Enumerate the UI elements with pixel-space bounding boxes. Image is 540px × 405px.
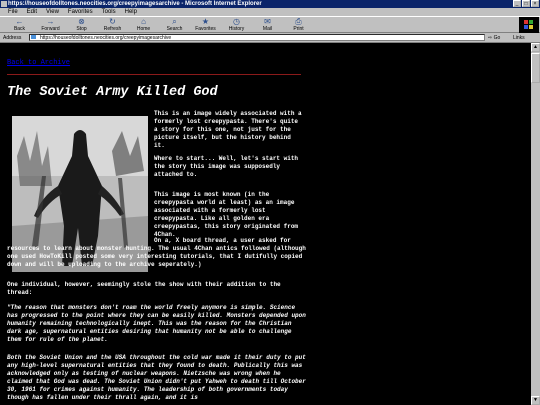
title-bar: https://houseofdolltones.neocities.org/c… [0, 0, 540, 8]
paragraph-intro: This is an image widely associated with … [154, 110, 302, 149]
refresh-icon: ↻ [109, 17, 116, 26]
stop-icon: ⊗ [78, 17, 85, 26]
forward-arrow-icon: → [46, 17, 55, 26]
menu-file[interactable]: File [8, 8, 18, 16]
page-icon [31, 35, 36, 39]
vertical-scrollbar[interactable]: ▲ ▼ [531, 43, 540, 405]
search-icon: ⌕ [172, 17, 177, 26]
paragraph-where-to-start: Where to start... Well, let's start with… [154, 155, 299, 178]
divider [7, 74, 301, 75]
paragraph-individual: One individual, however, seemingly stole… [7, 281, 281, 296]
links-button[interactable]: Links [513, 35, 525, 41]
toolbar: ← Back → Forward ⊗ Stop ↻ Refresh ⌂ Home ⌕ Sea… [0, 16, 540, 33]
refresh-button[interactable]: ↻ Refresh [97, 17, 128, 33]
mail-button[interactable]: ✉ Mail [252, 17, 283, 33]
address-bar: Address https://houseofdolltones.neociti… [0, 33, 540, 43]
paragraph-thread: On a, X board thread, a user asked for r… [7, 237, 306, 268]
address-label: Address [3, 35, 22, 41]
ie-logo-icon [519, 17, 539, 33]
quote-paragraph-2: Both the Soviet Union and the USA throug… [7, 354, 306, 401]
home-button[interactable]: ⌂ Home [128, 17, 159, 33]
search-button[interactable]: ⌕ Search [159, 17, 190, 33]
favorites-star-icon: ★ [201, 17, 210, 26]
menu-view[interactable]: View [46, 8, 59, 16]
scroll-up-arrow-icon[interactable]: ▲ [531, 43, 540, 52]
paragraph-origin: This image is most known (in the creepyp… [154, 191, 299, 238]
history-button[interactable]: ◷ History [221, 17, 252, 33]
windows-flag-icon [524, 20, 533, 29]
page-content: Back to Archive The Soviet Army Killed G… [0, 43, 531, 405]
window-title: https://houseofdolltones.neocities.org/c… [8, 1, 262, 7]
print-button[interactable]: ⎙ Print [283, 17, 314, 33]
menu-edit[interactable]: Edit [27, 8, 37, 16]
home-icon: ⌂ [141, 17, 146, 26]
mail-envelope-icon: ✉ [264, 17, 271, 26]
back-button[interactable]: ← Back [4, 17, 35, 33]
history-clock-icon: ◷ [233, 17, 240, 26]
menu-help[interactable]: Help [125, 8, 137, 16]
minimize-button[interactable]: _ [513, 0, 521, 7]
quote-paragraph-1: "The reason that monsters don't roam the… [7, 304, 306, 343]
back-arrow-icon: ← [15, 17, 24, 26]
browser-window: https://houseofdolltones.neocities.org/c… [0, 0, 540, 405]
forward-button[interactable]: → Forward [35, 17, 66, 33]
back-to-archive-link[interactable]: Back to Archive [7, 59, 70, 67]
menu-favorites[interactable]: Favorites [68, 8, 93, 16]
maximize-button[interactable]: □ [522, 0, 530, 7]
scroll-down-arrow-icon[interactable]: ▼ [531, 396, 540, 405]
close-button[interactable]: × [531, 0, 539, 7]
page-title: The Soviet Army Killed God [7, 85, 218, 100]
ie-app-icon [1, 1, 7, 7]
favorites-button[interactable]: ★ Favorites [190, 17, 221, 33]
menu-bar: File Edit View Favorites Tools Help [0, 8, 540, 16]
printer-icon: ⎙ [295, 17, 302, 26]
address-input[interactable]: https://houseofdolltones.neocities.org/c… [29, 34, 485, 41]
stop-button[interactable]: ⊗ Stop [66, 17, 97, 33]
scroll-thumb[interactable] [531, 53, 540, 83]
menu-tools[interactable]: Tools [102, 8, 116, 16]
go-button[interactable]: ⇨ Go [488, 35, 500, 41]
